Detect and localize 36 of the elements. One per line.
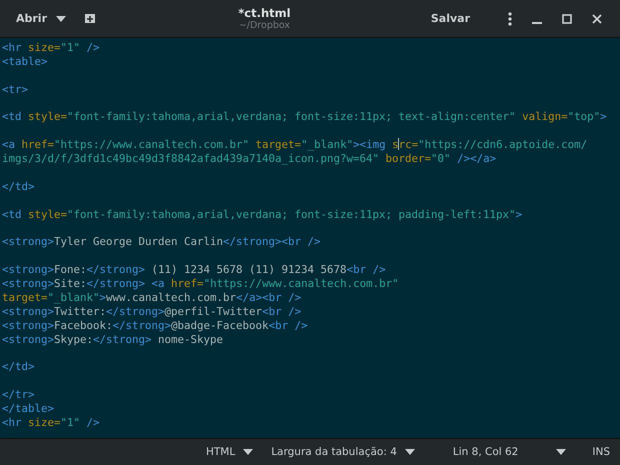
code-line: </td> <box>2 180 35 194</box>
window-title: *ct.html <box>238 6 291 20</box>
code-line: </tr> <box>2 388 35 402</box>
open-button[interactable]: Abrir <box>8 6 74 31</box>
code-line: </td> <box>2 360 35 374</box>
close-icon <box>592 14 602 24</box>
code-line: <hr size="1" /> <box>2 41 100 55</box>
minimize-icon <box>532 22 542 24</box>
code-line: imgs/3/d/f/3dfd1c49bc49d3f8842afad439a7140a_icon.png?w=64" border="0" /></a> <box>2 152 496 166</box>
code-line: target="_blank">www.canaltech.com.br</a><br /> <box>2 291 302 305</box>
code-line: <table> <box>2 54 48 69</box>
code-line: <strong>Facebook:</strong>@badge-Facebook<br /> <box>2 318 308 333</box>
new-tab-icon <box>84 13 96 24</box>
code-line: <tr> <box>2 82 28 97</box>
code-line: <td style="font-family:tahoma,arial,verdana; font-size:11px; text-align:center" valign="top"> <box>2 110 607 124</box>
language-button[interactable]: HTML <box>200 442 260 462</box>
caret-icon <box>56 16 66 22</box>
code-line: <a href="https://www.canaltech.com.br" target="_blank"><img s rc="https://cdn6.aptoide.com/ <box>2 138 588 152</box>
menu-icon <box>508 12 512 26</box>
code-line: <hr size="1" /> <box>2 416 100 430</box>
code-line: <strong>Fone:</strong> (11) 1234 5678 (11) 91234 5678<br /> <box>2 263 386 278</box>
code-line: <strong>Skype:</strong> nome-Skype <box>2 332 224 347</box>
insert-mode-label: INS <box>591 445 611 460</box>
code-line: </table> <box>2 402 54 416</box>
code-line: <td style="font-family:tahoma,arial,verdana; font-size:11px; padding-left:11px"> <box>2 208 522 222</box>
code-line: <strong>Tyler George Durden Carlin</strong><br /> <box>2 235 321 250</box>
caret-icon <box>556 449 566 455</box>
window-subtitle: ~/Dropbox <box>238 20 290 31</box>
code-line: <strong>Twitter:</strong>@perfil-Twitter<br /> <box>2 304 302 319</box>
code-line: <strong>Site:</strong> <a href="https://www.canaltech.com.br" <box>2 277 399 292</box>
save-button[interactable]: Salvar <box>422 6 478 31</box>
caret-icon <box>243 449 254 455</box>
maximize-icon <box>562 14 572 24</box>
cursor-position-button[interactable]: Lin 8, Col 62 <box>446 442 572 462</box>
caret-icon <box>404 449 415 455</box>
tab-width-button[interactable]: Largura da tabulação: 4 <box>265 442 421 462</box>
